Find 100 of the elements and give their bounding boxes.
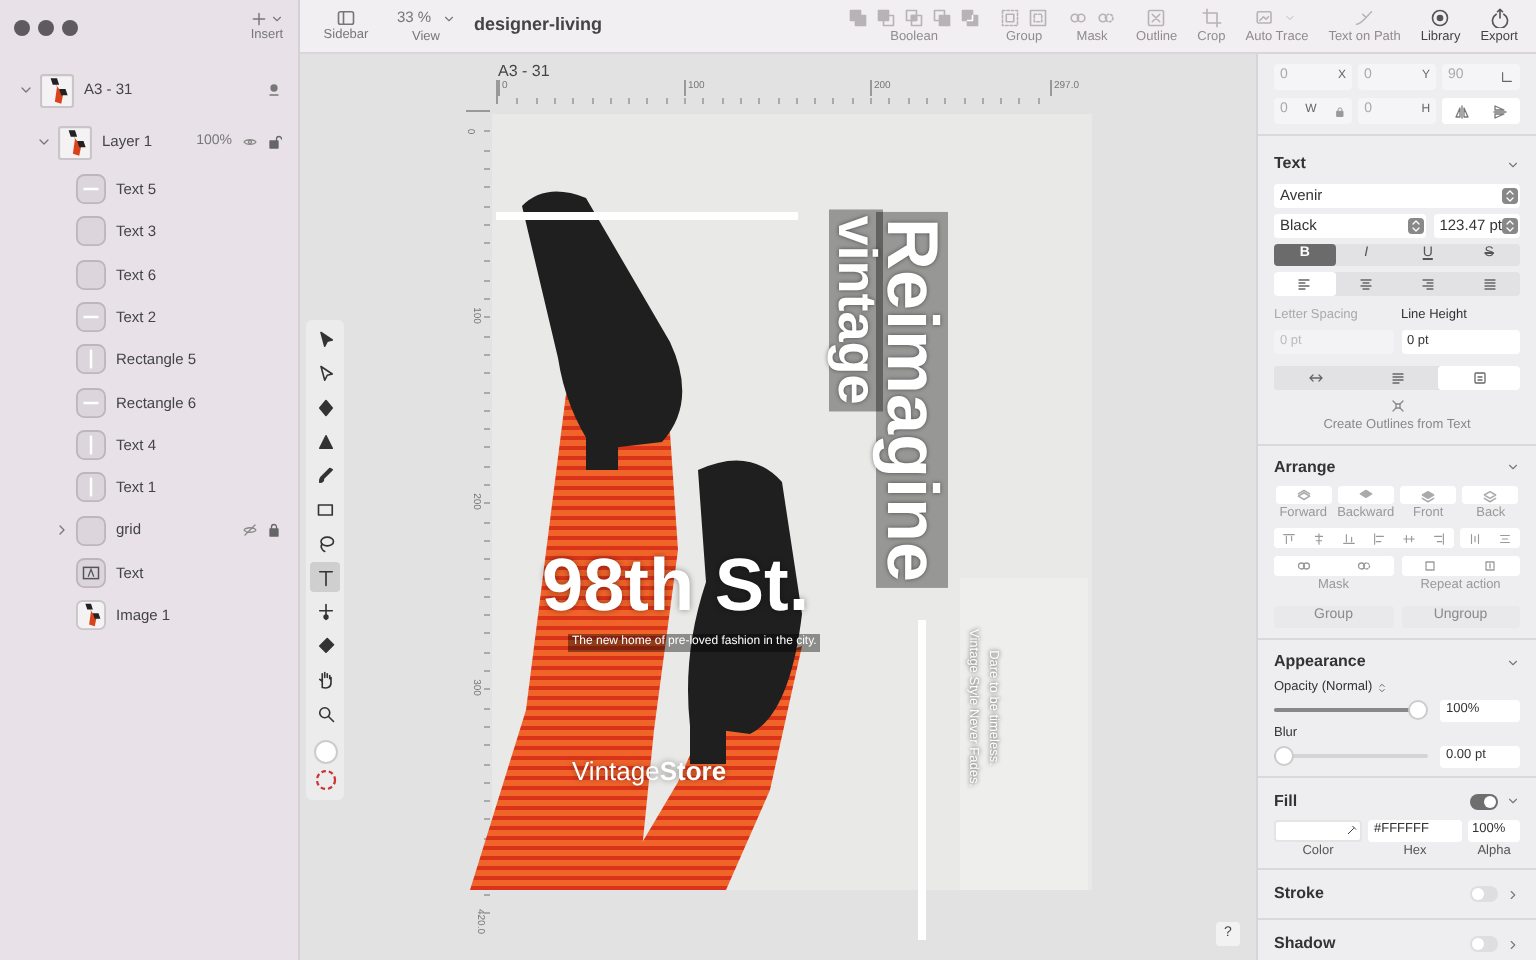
outlined-pointer-icon — [315, 363, 335, 383]
slider-thumb[interactable] — [1408, 700, 1428, 721]
text-box-thumbnail — [76, 557, 106, 588]
pen-nib-icon — [315, 397, 335, 417]
color-swatch[interactable] — [1274, 819, 1362, 841]
layer-thumbnail — [76, 515, 106, 546]
group-squares-icon[interactable] — [1000, 7, 1021, 27]
distribute-icon[interactable] — [1498, 531, 1512, 546]
flip-buttons[interactable] — [1442, 98, 1521, 124]
pin-icon[interactable] — [266, 82, 282, 98]
ungroup-squares-icon[interactable] — [1028, 7, 1049, 27]
stroke-color-circle[interactable] — [313, 768, 337, 792]
layers-up-icon — [1275, 485, 1332, 503]
sidebar-icon — [336, 8, 356, 28]
lasso-icon — [315, 533, 335, 553]
align-justify-icon — [1481, 276, 1498, 292]
chevron-down-icon — [441, 11, 456, 25]
curve-path-icon[interactable] — [1354, 7, 1375, 27]
layer-thumbnail — [76, 216, 106, 247]
layer-thumbnail — [76, 429, 106, 460]
align-icon[interactable] — [1282, 531, 1296, 546]
chevron-down-icon[interactable] — [18, 82, 34, 98]
chevron-down-icon[interactable] — [1506, 794, 1520, 808]
slider[interactable] — [1274, 746, 1428, 766]
crosshair-icon — [315, 601, 335, 621]
slider[interactable] — [1274, 700, 1428, 721]
layer-thumbnail — [76, 344, 106, 375]
dashed-square-icon — [1422, 558, 1439, 575]
align-icon[interactable] — [1432, 531, 1446, 546]
exclude-squares-icon[interactable] — [932, 7, 953, 27]
union-squares-icon[interactable] — [848, 7, 869, 27]
image-thumbnail — [76, 600, 106, 631]
subtract-squares-icon[interactable] — [876, 7, 897, 27]
power-export-icon[interactable] — [1489, 7, 1510, 27]
chevron-down-icon[interactable] — [1506, 460, 1520, 474]
rectangle-icon — [315, 499, 335, 519]
section-title: Fill — [1274, 789, 1298, 813]
double-arrow-icon — [1307, 369, 1323, 386]
flip-vertical-icon[interactable] — [1492, 103, 1509, 119]
open-padlock-icon[interactable] — [266, 134, 282, 150]
toggle-switch[interactable] — [1470, 886, 1498, 903]
eye-slash-icon[interactable] — [242, 522, 258, 539]
align-icon[interactable] — [1342, 531, 1356, 546]
linked-circles-icon — [1295, 558, 1312, 575]
plus-icon — [250, 10, 268, 28]
chevron-down-icon[interactable] — [36, 134, 52, 150]
toggle-switch[interactable] — [1470, 936, 1498, 953]
align-icon[interactable] — [1312, 531, 1326, 546]
document-title: designer-living — [474, 12, 603, 39]
triangle-icon — [315, 431, 335, 451]
outline-icon[interactable] — [1146, 7, 1167, 27]
section-title: Stroke — [1274, 882, 1324, 907]
stepper-icon — [1502, 218, 1518, 234]
eye-icon[interactable] — [242, 134, 258, 150]
slider-thumb[interactable] — [1274, 746, 1294, 766]
image-trace-icon[interactable] — [1256, 7, 1277, 27]
layer-thumbnail — [76, 387, 106, 418]
distribute-icon[interactable] — [1468, 531, 1482, 546]
text-box-mode-button[interactable] — [1438, 365, 1520, 390]
target-circle-icon[interactable] — [1430, 7, 1451, 27]
intersect-squares-icon[interactable] — [904, 7, 925, 27]
stack-front-icon — [1400, 485, 1457, 503]
align-right-icon — [1419, 276, 1436, 292]
chevron-down-icon — [270, 12, 284, 26]
image-thumbnail — [58, 125, 92, 159]
mask-buttons[interactable] — [1274, 556, 1393, 577]
outline-arrows-icon — [1389, 397, 1405, 414]
align-icon[interactable] — [1372, 531, 1386, 546]
corner-angle-icon — [1500, 70, 1514, 84]
stepper-icon[interactable] — [1376, 681, 1389, 694]
unlinked-circles-icon[interactable] — [1096, 7, 1117, 27]
unlinked-circles-icon — [1355, 558, 1372, 575]
eraser-icon — [315, 635, 335, 655]
chevron-right-icon[interactable] — [1506, 937, 1520, 952]
layer-thumbnail — [76, 302, 106, 333]
chevron-right-icon[interactable] — [1506, 887, 1520, 902]
dashed-square-icon — [1482, 558, 1499, 575]
lines-icon — [1389, 369, 1405, 386]
padlock-icon[interactable] — [266, 522, 282, 539]
repeat-buttons[interactable] — [1401, 556, 1520, 577]
text-tool-icon — [315, 567, 335, 587]
section-title: Arrange — [1274, 455, 1336, 479]
stack-back-icon — [1462, 485, 1519, 503]
chevron-right-icon[interactable] — [54, 522, 70, 539]
section-title: Text — [1274, 152, 1306, 176]
padlock-icon[interactable] — [1334, 105, 1347, 117]
stepper-icon — [1407, 218, 1424, 234]
text-align-button[interactable] — [1274, 272, 1336, 296]
toggle-switch[interactable] — [1470, 793, 1498, 809]
flip-horizontal-icon[interactable] — [1453, 103, 1470, 119]
chevron-down-icon[interactable] — [1506, 655, 1520, 669]
image-thumbnail — [40, 73, 74, 107]
align-icon[interactable] — [1402, 531, 1416, 546]
divide-squares-icon[interactable] — [960, 7, 981, 27]
artboard-name[interactable]: A3 - 31 — [498, 60, 550, 84]
chevron-down-icon[interactable] — [1506, 157, 1520, 171]
tool-button[interactable] — [310, 562, 340, 592]
crop-icon[interactable] — [1201, 7, 1222, 27]
layers-down-icon — [1337, 485, 1394, 503]
eyedropper-icon[interactable] — [1346, 824, 1358, 836]
